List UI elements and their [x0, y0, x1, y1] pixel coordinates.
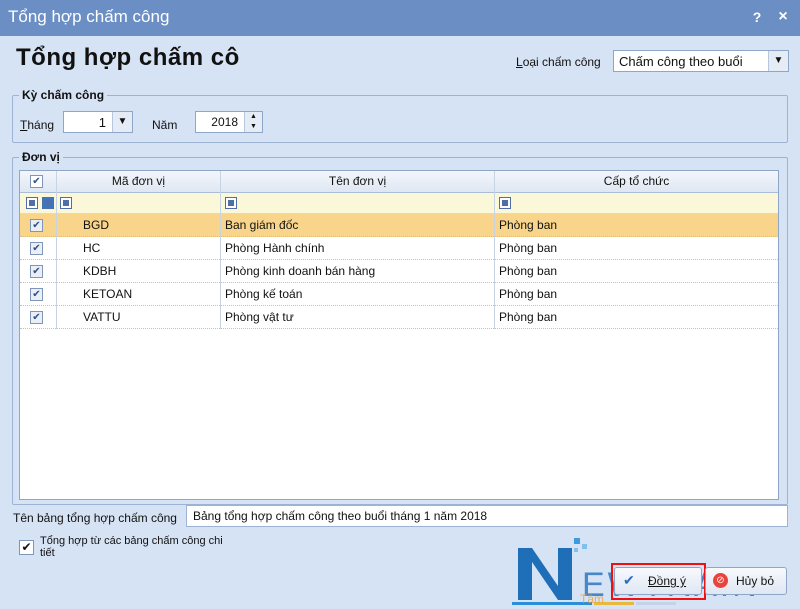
year-value: 2018	[211, 115, 238, 129]
summary-name-value: Bảng tổng hợp chấm công theo buổi tháng …	[193, 509, 488, 523]
unit-name: Phòng vật tư	[225, 310, 294, 324]
detail-option-line1: Tổng hợp từ các bảng chấm công chi	[40, 535, 223, 547]
spin-arrows-icon[interactable]: ▲ ▼	[244, 112, 262, 132]
close-button[interactable]: ×	[774, 8, 792, 26]
table-row[interactable]: ✔ KETOAN Phòng kế toán Phòng ban	[20, 283, 778, 306]
unit-code: KDBH	[83, 264, 117, 278]
cancel-label: Hủy bỏ	[736, 574, 775, 588]
unit-code: BGD	[83, 218, 110, 232]
year-label: Năm	[152, 118, 178, 132]
table-row[interactable]: ✔ KDBH Phòng kinh doanh bán hàng Phòng b…	[20, 260, 778, 283]
unit-level: Phòng ban	[499, 264, 558, 278]
page-title: Tổng hợp chấm cô	[16, 44, 240, 71]
units-group-title: Đơn vị	[19, 150, 63, 164]
highlight-frame	[611, 563, 706, 600]
filter-icon[interactable]	[499, 197, 511, 209]
unit-name: Ban giám đốc	[225, 218, 299, 232]
cancel-icon: ⊘	[713, 573, 728, 588]
row-checkbox[interactable]: ✔	[30, 242, 43, 255]
month-select[interactable]: 1 ▼	[63, 111, 133, 133]
column-divider	[220, 171, 221, 329]
detail-option-line2: tiết	[40, 547, 55, 559]
help-button[interactable]: ?	[748, 8, 766, 26]
column-divider	[494, 171, 495, 329]
filter-row	[20, 193, 778, 214]
unit-level: Phòng ban	[499, 310, 558, 324]
chevron-down-icon[interactable]: ▼	[768, 51, 788, 71]
window-title: Tổng hợp chấm công	[8, 7, 170, 26]
unit-code: HC	[83, 241, 101, 255]
filter-icon[interactable]	[225, 197, 237, 209]
table-row[interactable]: ✔ VATTU Phòng vật tư Phòng ban	[20, 306, 778, 329]
unit-level: Phòng ban	[499, 218, 558, 232]
unit-code: KETOAN	[83, 287, 133, 301]
type-select-value: Chấm công theo buổi	[619, 54, 743, 69]
column-header-name[interactable]: Tên đơn vị	[221, 174, 494, 188]
detail-checkbox[interactable]: ✔	[19, 540, 34, 555]
month-value: 1	[98, 115, 106, 130]
dialog-body: Tổng hợp chấm cô Loại chấm công Chấm côn…	[2, 36, 798, 609]
row-checkbox[interactable]: ✔	[30, 311, 43, 324]
table-row[interactable]: ✔ HC Phòng Hành chính Phòng ban	[20, 237, 778, 260]
summary-name-label: Tên bảng tổng hợp chấm công	[13, 511, 177, 525]
row-checkbox[interactable]: ✔	[30, 219, 43, 232]
filter-icon[interactable]	[42, 197, 54, 209]
column-header-level[interactable]: Cấp tổ chức	[495, 174, 778, 188]
table-row[interactable]: ✔ BGD Ban giám đốc Phòng ban	[20, 214, 778, 237]
logo-tagline: Tâm	[580, 592, 604, 606]
unit-name: Phòng kế toán	[225, 287, 303, 301]
chevron-down-icon[interactable]: ▼	[112, 112, 132, 132]
window-titlebar: Tổng hợp chấm công ? ×	[0, 0, 800, 36]
month-label: Tháng	[20, 118, 55, 132]
row-checkbox[interactable]: ✔	[30, 288, 43, 301]
unit-level: Phòng ban	[499, 241, 558, 255]
detail-option-label: Tổng hợp từ các bảng chấm công chi tiết	[40, 535, 223, 559]
period-group-title: Kỳ chấm công	[19, 88, 108, 102]
type-select-label: Loại chấm công	[516, 55, 601, 69]
filter-icon[interactable]	[26, 197, 38, 209]
unit-code: VATTU	[83, 310, 121, 324]
column-header-code[interactable]: Mã đơn vị	[57, 174, 220, 188]
row-checkbox[interactable]: ✔	[30, 265, 43, 278]
filter-icon[interactable]	[60, 197, 72, 209]
year-spinner[interactable]: 2018 ▲ ▼	[195, 111, 263, 133]
table-header: ✔ Mã đơn vị Tên đơn vị Cấp tổ chức	[20, 171, 778, 193]
unit-name: Phòng Hành chính	[225, 241, 325, 255]
type-select[interactable]: Chấm công theo buổi ▼	[613, 50, 789, 72]
unit-name: Phòng kinh doanh bán hàng	[225, 264, 376, 278]
unit-level: Phòng ban	[499, 287, 558, 301]
select-all-checkbox[interactable]: ✔	[30, 175, 43, 188]
cancel-button[interactable]: ⊘ Hủy bỏ	[705, 567, 787, 595]
column-divider	[56, 171, 57, 329]
units-table: ✔ Mã đơn vị Tên đơn vị Cấp tổ chức ✔ BGD…	[19, 170, 779, 500]
